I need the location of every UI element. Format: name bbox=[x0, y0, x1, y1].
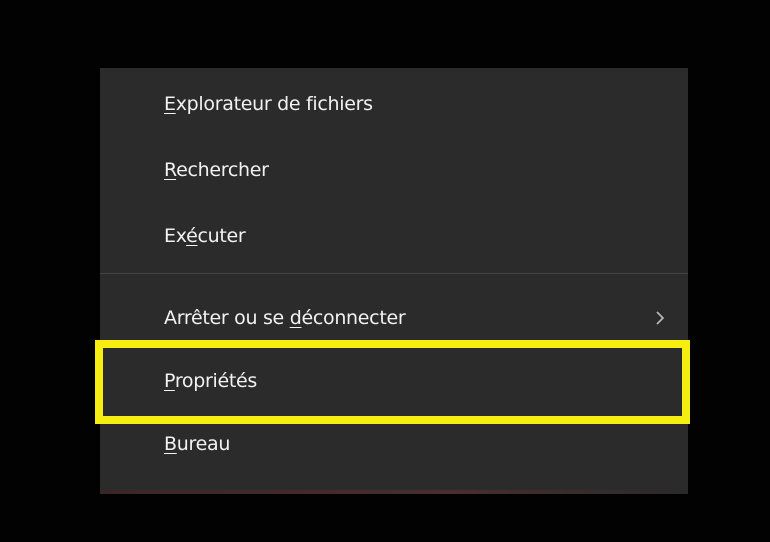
access-key: R bbox=[164, 159, 177, 181]
access-key: d bbox=[289, 307, 302, 329]
screenshot-stage: Explorateur de fichiers Rechercher Exécu… bbox=[0, 0, 770, 542]
chevron-right-icon bbox=[656, 311, 665, 325]
menu-item-desktop[interactable]: Bureau bbox=[100, 414, 688, 474]
access-key: E bbox=[164, 93, 176, 115]
menu-item-properties[interactable]: Propriétés bbox=[100, 351, 688, 411]
winx-context-menu: Explorateur de fichiers Rechercher Exécu… bbox=[100, 68, 688, 494]
menu-item-search[interactable]: Rechercher bbox=[100, 140, 688, 200]
menu-item-run[interactable]: Exécuter bbox=[100, 206, 688, 266]
menu-separator bbox=[100, 273, 688, 274]
menu-item-file-explorer[interactable]: Explorateur de fichiers bbox=[100, 74, 688, 134]
menu-item-label: Exécuter bbox=[164, 225, 246, 247]
menu-item-label: Rechercher bbox=[164, 159, 269, 181]
access-key: B bbox=[164, 433, 177, 455]
menu-item-label: Propriétés bbox=[164, 370, 258, 392]
menu-item-label: Bureau bbox=[164, 433, 231, 455]
access-key: é bbox=[186, 225, 198, 247]
menu-item-label: Explorateur de fichiers bbox=[164, 93, 373, 115]
access-key: P bbox=[164, 370, 175, 392]
menu-bottom-edge bbox=[100, 490, 688, 494]
menu-item-shutdown-signout[interactable]: Arrêter ou se déconnecter bbox=[100, 288, 688, 348]
menu-item-label: Arrêter ou se déconnecter bbox=[164, 307, 406, 329]
